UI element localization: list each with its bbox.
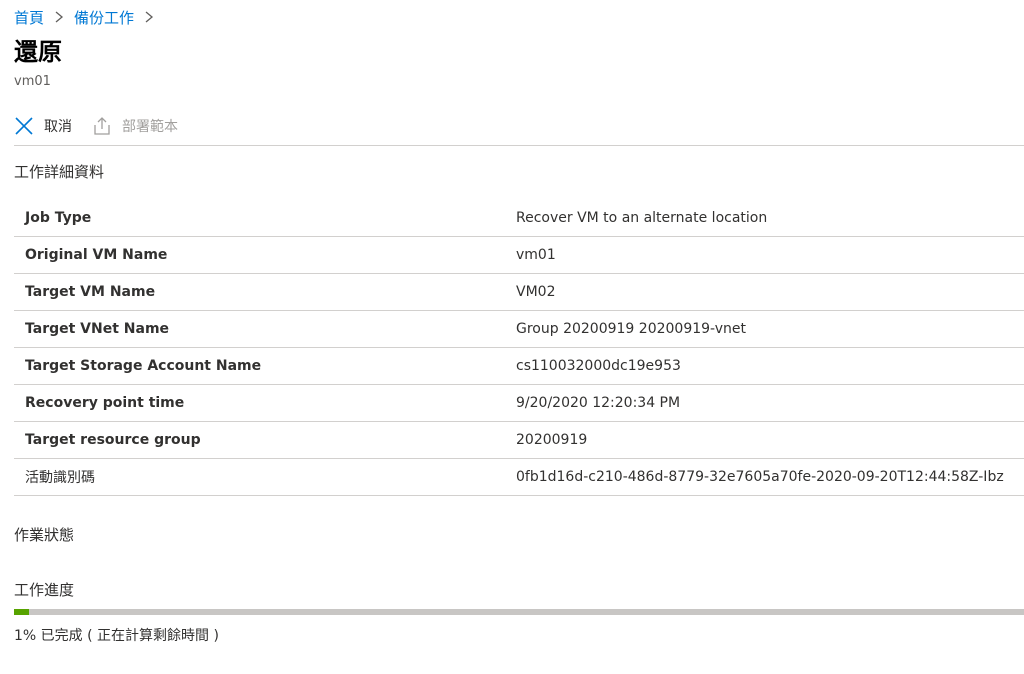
cancel-button-label: 取消	[44, 119, 72, 135]
breadcrumb-backup-jobs-link[interactable]: 備份工作	[74, 7, 134, 28]
breadcrumb-home-link[interactable]: 首頁	[14, 7, 44, 28]
operation-status-heading: 作業狀態	[14, 526, 75, 544]
command-bar: 取消 部署範本	[14, 112, 1024, 140]
detail-key: Target VNet Name	[14, 310, 516, 348]
progress-bar	[14, 609, 1024, 615]
job-details-heading: 工作詳細資料	[14, 163, 105, 181]
detail-value: Group 20200919 20200919-vnet	[516, 310, 1024, 348]
detail-value: Recover VM to an alternate location	[516, 200, 1024, 237]
detail-value: 0fb1d16d-c210-486d-8779-32e7605a70fe-202…	[516, 458, 1024, 496]
detail-key: Original VM Name	[14, 236, 516, 274]
table-row: Job Type Recover VM to an alternate loca…	[14, 200, 1024, 237]
detail-value: cs110032000dc19e953	[516, 347, 1024, 385]
detail-key: Recovery point time	[14, 384, 516, 422]
page-subtitle: vm01	[14, 74, 51, 89]
progress-status-text: 1% 已完成 ( 正在計算剩餘時間 )	[14, 628, 219, 644]
close-icon	[15, 117, 33, 135]
detail-key: Job Type	[14, 200, 516, 237]
deploy-template-button-label: 部署範本	[122, 119, 178, 135]
table-row: Target resource group 20200919	[14, 421, 1024, 459]
detail-key: 活動識別碼	[14, 458, 516, 496]
breadcrumb: 首頁 備份工作	[14, 6, 164, 28]
detail-value: vm01	[516, 236, 1024, 274]
table-row: Target Storage Account Name cs110032000d…	[14, 347, 1024, 385]
detail-key: Target resource group	[14, 421, 516, 459]
detail-key: Target VM Name	[14, 273, 516, 311]
chevron-right-icon	[145, 11, 154, 23]
chevron-right-icon	[55, 11, 64, 23]
table-row: Original VM Name vm01	[14, 236, 1024, 274]
table-row: Target VM Name VM02	[14, 273, 1024, 311]
progress-bar-fill	[14, 609, 29, 615]
table-row: Recovery point time 9/20/2020 12:20:34 P…	[14, 384, 1024, 422]
detail-value: 9/20/2020 12:20:34 PM	[516, 384, 1024, 422]
page-title: 還原	[14, 38, 62, 66]
toolbar-divider	[14, 145, 1024, 146]
deploy-template-button[interactable]: 部署範本	[92, 116, 178, 136]
table-row: Target VNet Name Group 20200919 20200919…	[14, 310, 1024, 348]
cancel-button[interactable]: 取消	[14, 116, 72, 136]
detail-value: 20200919	[516, 421, 1024, 459]
upload-icon	[94, 117, 110, 135]
job-progress-heading: 工作進度	[14, 581, 75, 599]
table-row: 活動識別碼 0fb1d16d-c210-486d-8779-32e7605a70…	[14, 458, 1024, 496]
detail-value: VM02	[516, 273, 1024, 311]
detail-key: Target Storage Account Name	[14, 347, 516, 385]
job-details-table: Job Type Recover VM to an alternate loca…	[14, 200, 1024, 496]
